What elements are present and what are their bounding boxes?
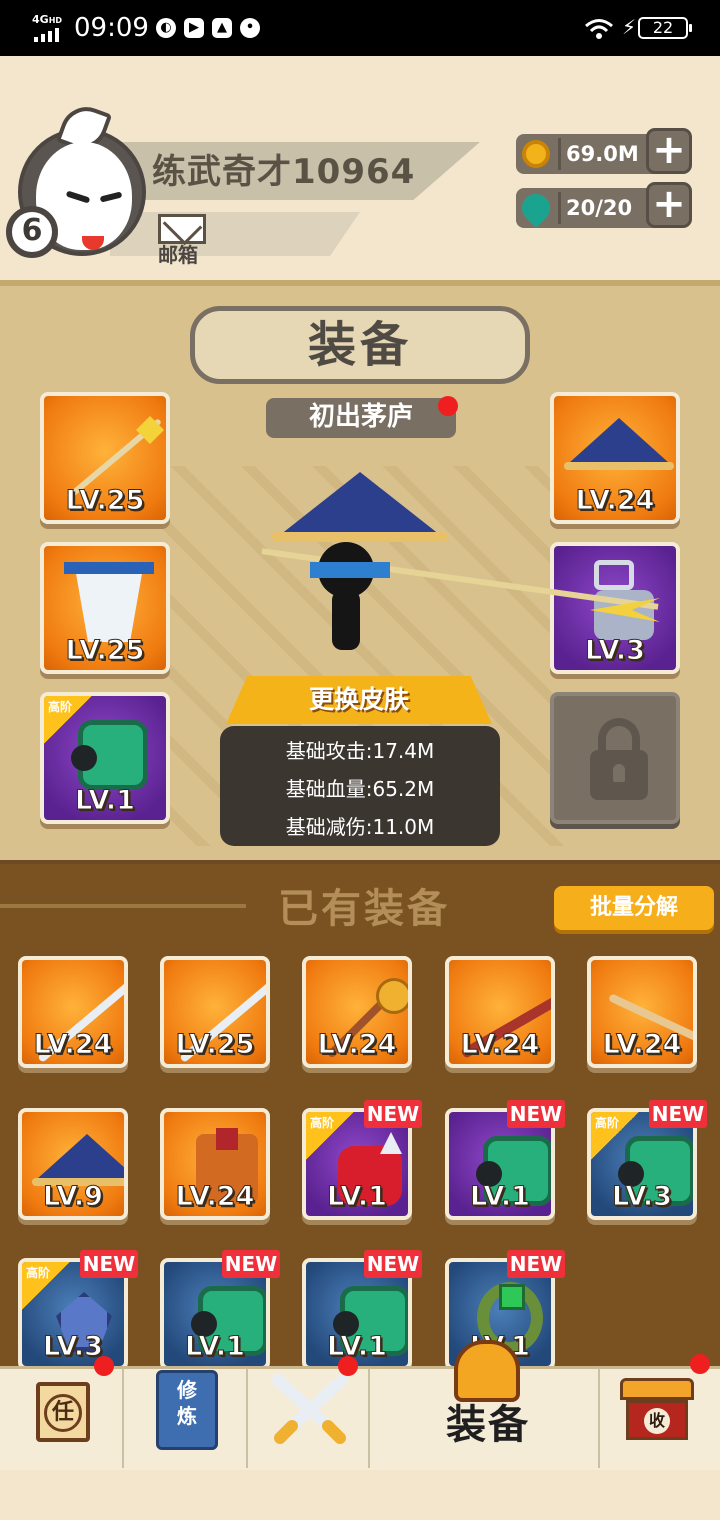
item-level: LV.24: [460, 1029, 540, 1060]
footer-bar: [0, 1470, 720, 1520]
item-level: LV.3: [612, 1181, 673, 1212]
stat-attack: 基础攻击:17.4M: [285, 739, 435, 763]
skin-notification-dot: [438, 396, 458, 416]
equipment-title: 装备: [307, 317, 412, 373]
new-badge: NEW: [507, 1100, 565, 1128]
network-hd: HD: [48, 16, 63, 25]
gem-amount: 20/20: [566, 196, 633, 220]
inventory-item[interactable]: LV.24: [302, 956, 412, 1068]
new-badge: NEW: [364, 1100, 422, 1128]
player-level-badge: 6: [6, 206, 58, 258]
character-preview: [250, 450, 670, 680]
item-level: LV.24: [602, 1029, 682, 1060]
network-indicator: 4GHD: [32, 14, 62, 26]
gem-icon: [516, 188, 556, 228]
inventory-item[interactable]: LV.24: [445, 956, 555, 1068]
chat-notification-icon: •: [240, 18, 260, 38]
gallery-notification-icon: ▲: [212, 18, 232, 38]
wifi-icon: [585, 19, 613, 39]
inventory-item[interactable]: LV.9: [18, 1108, 128, 1220]
equip-slot-bracer[interactable]: 高阶 LV.1: [40, 692, 170, 824]
slot-level: LV.25: [65, 485, 145, 516]
nav-battle[interactable]: [270, 1372, 350, 1448]
charging-icon: ⚡: [622, 15, 637, 39]
item-level: LV.24: [33, 1029, 113, 1060]
slot-level: LV.1: [75, 785, 136, 816]
video-notification-icon: ▶: [184, 18, 204, 38]
skin-name: 初出茅庐: [308, 402, 413, 432]
new-badge: NEW: [364, 1250, 422, 1278]
battle-notification-dot: [338, 1356, 358, 1376]
nav-cultivate[interactable]: 修炼: [156, 1370, 218, 1450]
item-level: LV.1: [327, 1181, 388, 1212]
game-screen: 4GHD 09:09 ◐ ▶ ▲ • ⚡ 22 练武奇才10964 6 邮箱 6…: [0, 0, 720, 1520]
helmet-icon: [454, 1340, 520, 1402]
nav-tasks[interactable]: 任: [30, 1376, 96, 1452]
clock: 09:09: [74, 13, 149, 43]
coin-icon: [522, 140, 550, 168]
add-gems-button[interactable]: +: [646, 182, 692, 228]
change-skin-label[interactable]: 更换皮肤: [226, 676, 492, 724]
equip-slot-locked[interactable]: [550, 692, 680, 824]
new-badge: NEW: [649, 1100, 707, 1128]
batch-decompose-button[interactable]: 批量分解: [554, 886, 714, 930]
player-name: 练武奇才10964: [152, 152, 416, 192]
slot-level: LV.25: [65, 635, 145, 666]
item-level: LV.1: [185, 1331, 246, 1362]
new-badge: NEW: [507, 1250, 565, 1278]
inventory-item[interactable]: LV.24: [18, 956, 128, 1068]
status-bar: 4GHD 09:09 ◐ ▶ ▲ • ⚡ 22: [0, 0, 720, 56]
task-glyph: 任: [44, 1394, 82, 1432]
battery-icon: 22: [638, 17, 692, 39]
mail-label[interactable]: 邮箱: [158, 242, 198, 268]
item-level: LV.24: [317, 1029, 397, 1060]
add-coins-button[interactable]: +: [646, 128, 692, 174]
item-level: LV.1: [327, 1331, 388, 1362]
inventory-item[interactable]: LV.24: [587, 956, 697, 1068]
shop-icon: [620, 1378, 694, 1400]
tasks-notification-dot: [94, 1356, 114, 1376]
inventory-divider: [0, 904, 246, 908]
collect-glyph: 收: [644, 1408, 670, 1434]
app-notification-icon: ◐: [156, 18, 176, 38]
inventory-item[interactable]: LV.24: [160, 1108, 270, 1220]
mail-icon[interactable]: [158, 214, 206, 244]
item-level: LV.9: [43, 1181, 104, 1212]
nav-collection[interactable]: 收: [620, 1378, 694, 1442]
signal-icon: [34, 28, 64, 42]
stat-damage-reduction: 基础减伤:11.0M: [285, 815, 435, 839]
crossed-swords-icon: [272, 1374, 348, 1444]
new-badge: NEW: [222, 1250, 280, 1278]
coin-amount: 69.0M: [566, 142, 639, 166]
new-badge: NEW: [80, 1250, 138, 1278]
collection-notification-dot: [690, 1354, 710, 1374]
stat-health: 基础血量:65.2M: [285, 777, 435, 801]
inventory-item[interactable]: LV.25: [160, 956, 270, 1068]
item-level: LV.1: [470, 1181, 531, 1212]
equip-slot-weapon[interactable]: LV.25: [40, 392, 170, 524]
equip-slot-robe[interactable]: LV.25: [40, 542, 170, 674]
inventory-title: 已有装备: [278, 886, 450, 932]
book-icon: 修炼: [177, 1378, 197, 1428]
base-stats-box: 基础攻击:17.4M 基础血量:65.2M 基础减伤:11.0M: [220, 726, 500, 846]
bottom-nav: [0, 1366, 720, 1470]
network-type: 4G: [32, 13, 49, 26]
item-level: LV.25: [175, 1029, 255, 1060]
nav-equipment[interactable]: 装备: [446, 1400, 530, 1450]
item-level: LV.24: [175, 1181, 255, 1212]
sub-plate: [110, 212, 360, 256]
